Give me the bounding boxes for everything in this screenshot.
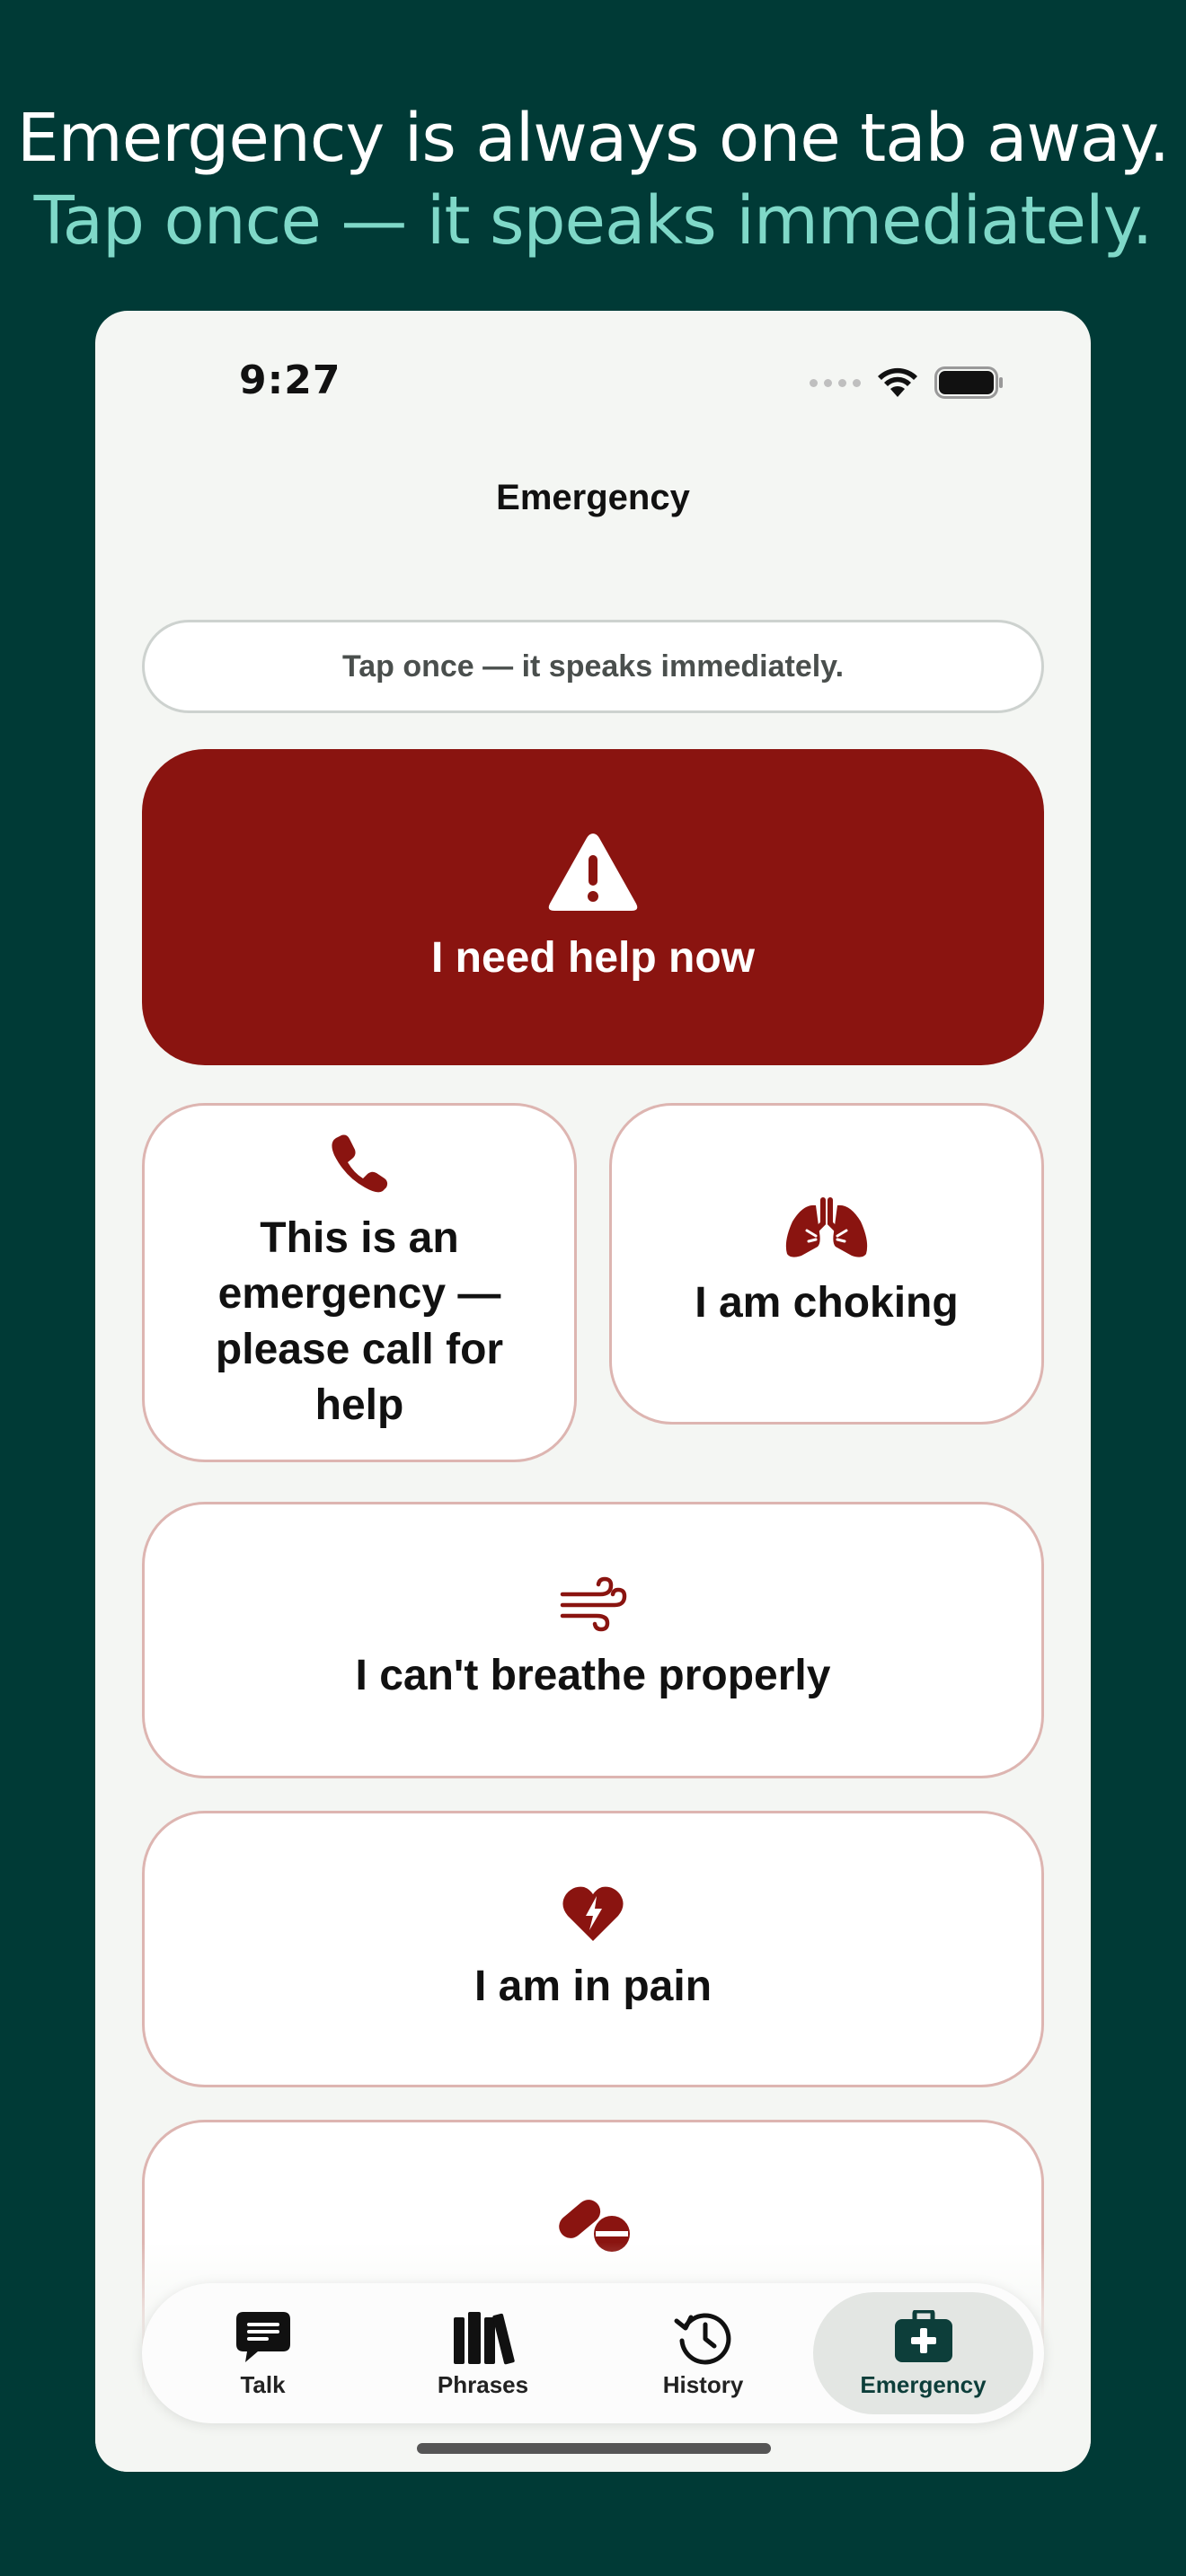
in-pain-label: I am in pain bbox=[474, 1963, 712, 2010]
choking-label: I am choking bbox=[695, 1279, 959, 1327]
phone-screen: 9:27 Emergency Tap once — it speaks imme… bbox=[95, 311, 1091, 2472]
status-indicators bbox=[810, 365, 1005, 401]
call-for-help-label: This is an emergency — please call for h… bbox=[215, 1214, 504, 1429]
nav-title: Emergency bbox=[496, 478, 690, 517]
status-time: 9:27 bbox=[239, 357, 341, 403]
tab-emergency-label: Emergency bbox=[860, 2370, 987, 2398]
warning-triangle-icon bbox=[548, 834, 638, 911]
cant-breathe-label: I can't breathe properly bbox=[355, 1652, 831, 1699]
call-for-help-button[interactable]: This is an emergency — please call for h… bbox=[142, 1103, 577, 1462]
battery-icon bbox=[934, 366, 1003, 399]
tab-history-label: History bbox=[662, 2370, 744, 2398]
wind-icon bbox=[560, 1576, 627, 1632]
wifi-icon bbox=[878, 367, 917, 397]
heart-bolt-icon bbox=[562, 1886, 624, 1941]
speech-bubble-icon bbox=[235, 2311, 290, 2362]
tab-phrases-label: Phrases bbox=[437, 2370, 529, 2398]
tab-emergency[interactable]: Emergency bbox=[813, 2292, 1033, 2414]
phone-icon bbox=[332, 1134, 388, 1193]
tab-talk[interactable]: Talk bbox=[153, 2292, 373, 2414]
in-pain-button[interactable]: I am in pain bbox=[142, 1811, 1044, 2087]
headline-line-2: Tap once — it speaks immediately. bbox=[33, 182, 1154, 260]
help-now-label: I need help now bbox=[430, 934, 756, 982]
cellular-signal-icon bbox=[810, 378, 861, 387]
headline-line-1: Emergency is always one tab away. bbox=[16, 100, 1170, 177]
clock-history-icon bbox=[674, 2313, 730, 2364]
books-icon bbox=[453, 2311, 515, 2364]
promo-headline: Emergency is always one tab away. Tap on… bbox=[0, 97, 1186, 262]
tab-bar: Talk Phrases History Emergency bbox=[142, 2283, 1044, 2423]
lungs-icon bbox=[785, 1197, 868, 1257]
cant-breathe-button[interactable]: I can't breathe properly bbox=[142, 1502, 1044, 1778]
help-now-button[interactable]: I need help now bbox=[142, 749, 1044, 1065]
hint-banner: Tap once — it speaks immediately. bbox=[142, 620, 1044, 713]
tab-phrases[interactable]: Phrases bbox=[373, 2292, 593, 2414]
tab-talk-label: Talk bbox=[240, 2370, 286, 2398]
tab-history[interactable]: History bbox=[593, 2292, 813, 2414]
choking-button[interactable]: I am choking bbox=[609, 1103, 1044, 1425]
medical-kit-icon bbox=[894, 2309, 952, 2362]
home-indicator bbox=[417, 2443, 771, 2454]
